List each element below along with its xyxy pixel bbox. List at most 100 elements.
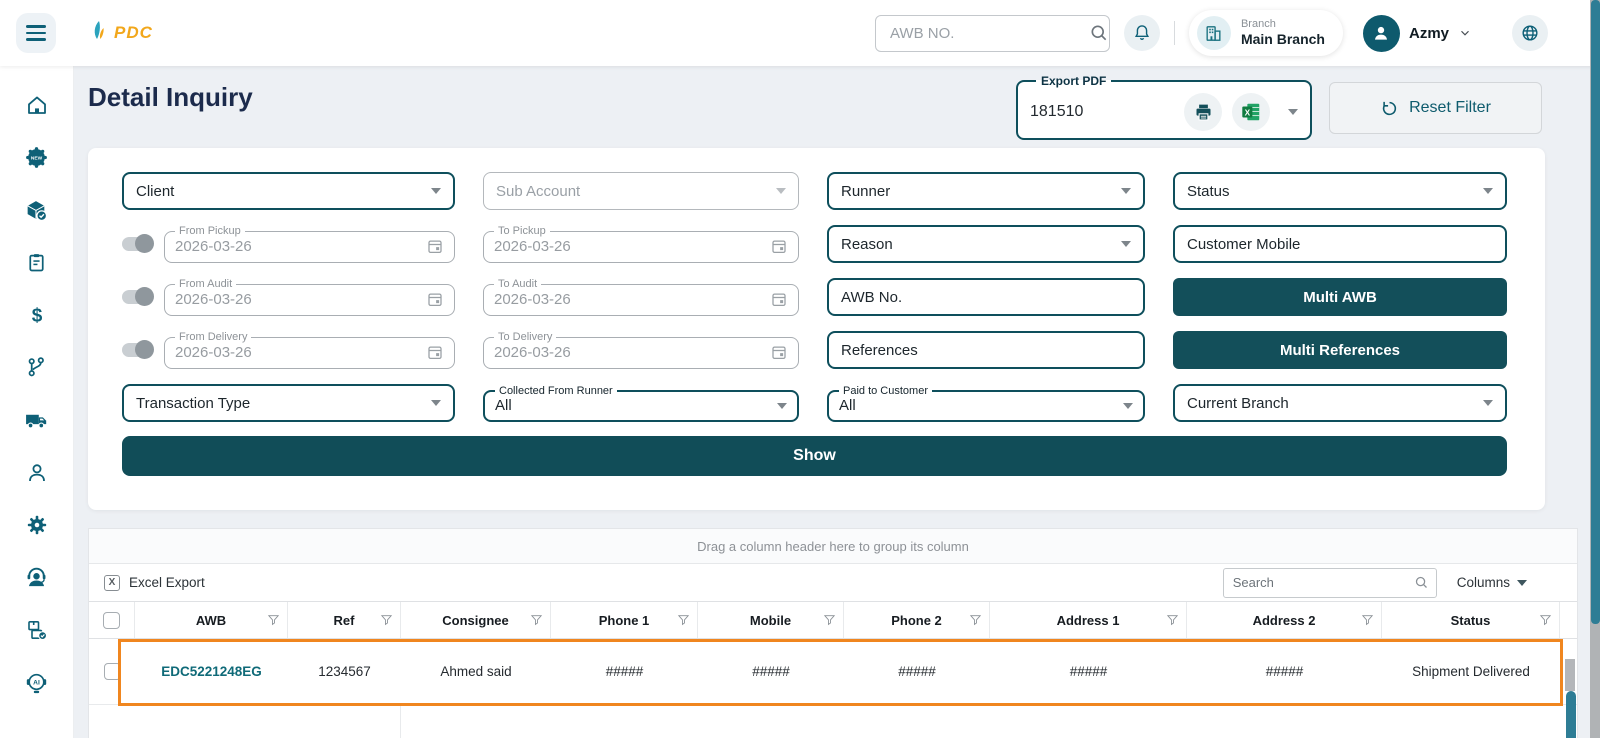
app-logo[interactable]: PDC <box>90 20 153 46</box>
branch-selector[interactable]: Branch Main Branch <box>1189 10 1343 56</box>
to-delivery-date-field[interactable]: To Delivery 2026-03-26 <box>483 331 799 369</box>
reason-dropdown[interactable]: Reason <box>827 225 1145 263</box>
sidebar-item-payments[interactable]: $ <box>0 289 73 342</box>
printer-icon <box>1193 102 1214 123</box>
sidebar-item-ai-assistant[interactable]: AI <box>0 657 73 710</box>
column-header-awb[interactable]: AWB <box>135 602 288 638</box>
excel-button[interactable]: X <box>1232 93 1270 131</box>
columns-chooser-button[interactable]: Columns <box>1457 575 1527 590</box>
export-dropdown-caret[interactable] <box>1288 109 1298 115</box>
references-input-wrap <box>827 331 1145 369</box>
calendar-icon[interactable] <box>426 343 444 361</box>
language-button[interactable] <box>1512 15 1548 51</box>
filter-funnel-icon[interactable] <box>968 613 983 628</box>
filter-funnel-icon[interactable] <box>1360 613 1375 628</box>
show-button[interactable]: Show <box>122 436 1507 476</box>
status-cell: Shipment Delivered <box>1382 664 1560 679</box>
filter-panel: Client Sub Account Runner Status From Pi… <box>88 148 1545 510</box>
grid-search-input[interactable] <box>1233 575 1414 590</box>
sidebar-item-fleet[interactable] <box>0 394 73 447</box>
building-icon <box>1197 16 1231 50</box>
awb-no-input[interactable] <box>841 289 1131 306</box>
filter-funnel-icon[interactable] <box>1538 613 1553 628</box>
from-audit-date-field[interactable]: From Audit 2026-03-26 <box>164 278 455 316</box>
awb-link[interactable]: EDC5221248EG <box>135 664 288 679</box>
row-checkbox[interactable] <box>104 663 121 680</box>
grid-scrollbar-track[interactable] <box>1565 659 1575 691</box>
reset-filter-button[interactable]: Reset Filter <box>1329 82 1542 134</box>
multi-references-button[interactable]: Multi References <box>1173 331 1507 369</box>
filter-funnel-icon[interactable] <box>529 613 544 628</box>
menu-hamburger-button[interactable] <box>16 13 56 53</box>
column-header-address2[interactable]: Address 2 <box>1187 602 1382 638</box>
branch-value: Main Branch <box>1241 31 1325 48</box>
filter-funnel-icon[interactable] <box>822 613 837 628</box>
column-header-mobile[interactable]: Mobile <box>698 602 844 638</box>
sidebar-item-shipments[interactable] <box>0 184 73 237</box>
sidebar-item-settings[interactable] <box>0 499 73 552</box>
grid-scrollbar[interactable] <box>1564 639 1577 738</box>
calendar-icon[interactable] <box>770 343 788 361</box>
runner-dropdown[interactable]: Runner <box>827 172 1145 210</box>
pickup-date-toggle[interactable] <box>122 237 152 251</box>
calendar-icon[interactable] <box>426 290 444 308</box>
to-audit-date-field[interactable]: To Audit 2026-03-26 <box>483 278 799 316</box>
sidebar-item-workflow[interactable] <box>0 342 73 395</box>
to-pickup-date-field[interactable]: To Pickup 2026-03-26 <box>483 225 799 263</box>
calendar-icon[interactable] <box>770 237 788 255</box>
client-dropdown[interactable]: Client <box>122 172 455 210</box>
multi-awb-button[interactable]: Multi AWB <box>1173 278 1507 316</box>
audit-date-toggle[interactable] <box>122 290 152 304</box>
grid-scrollbar-thumb[interactable] <box>1566 691 1576 738</box>
select-all-checkbox[interactable] <box>103 612 120 629</box>
search-icon[interactable] <box>1089 23 1109 43</box>
column-header-consignee[interactable]: Consignee <box>401 602 551 638</box>
truck-icon <box>24 408 49 433</box>
references-input[interactable] <box>841 342 1131 359</box>
collected-from-runner-dropdown[interactable]: Collected From Runner All <box>483 385 799 422</box>
sidebar-item-inventory[interactable] <box>0 604 73 657</box>
page-scrollbar[interactable] <box>1590 0 1600 738</box>
status-dropdown[interactable]: Status <box>1173 172 1507 210</box>
filter-funnel-icon[interactable] <box>676 613 691 628</box>
branch-label: Branch <box>1241 18 1325 31</box>
sidebar-item-orders[interactable] <box>0 237 73 290</box>
from-pickup-date-field[interactable]: From Pickup 2026-03-26 <box>164 225 455 263</box>
delivery-date-toggle[interactable] <box>122 343 152 357</box>
column-header-phone1[interactable]: Phone 1 <box>551 602 698 638</box>
excel-export-button[interactable]: X Excel Export <box>104 575 205 591</box>
user-menu[interactable]: Azmy <box>1363 15 1472 52</box>
sidebar-item-whats-new[interactable]: NEW <box>0 132 73 185</box>
paid-to-customer-dropdown[interactable]: Paid to Customer All <box>827 385 1145 422</box>
ref-cell: 1234567 <box>288 664 401 679</box>
from-delivery-date-field[interactable]: From Delivery 2026-03-26 <box>164 331 455 369</box>
column-header-ref[interactable]: Ref <box>288 602 401 638</box>
notifications-button[interactable] <box>1124 15 1160 51</box>
customer-mobile-input[interactable] <box>1187 236 1493 253</box>
filter-funnel-icon[interactable] <box>1165 613 1180 628</box>
calendar-icon[interactable] <box>770 290 788 308</box>
awb-search-box <box>875 15 1110 52</box>
column-header-address1[interactable]: Address 1 <box>990 602 1187 638</box>
avatar <box>1363 15 1400 52</box>
calendar-icon[interactable] <box>426 237 444 255</box>
search-icon <box>1414 575 1429 590</box>
column-header-status[interactable]: Status <box>1382 602 1560 638</box>
page-scrollbar-thumb[interactable] <box>1591 0 1600 624</box>
sidebar-item-customers[interactable] <box>0 447 73 500</box>
reset-filter-label: Reset Filter <box>1409 99 1491 117</box>
filter-funnel-icon[interactable] <box>266 613 281 628</box>
awb-search-input[interactable] <box>890 25 1089 42</box>
results-grid: Drag a column header here to group its c… <box>88 528 1578 738</box>
column-header-phone2[interactable]: Phone 2 <box>844 602 990 638</box>
sidebar-item-home[interactable] <box>0 79 73 132</box>
transaction-type-dropdown[interactable]: Transaction Type <box>122 384 455 422</box>
table-row[interactable]: EDC5221248EG 1234567 Ahmed said ##### ##… <box>89 639 1577 705</box>
print-button[interactable] <box>1184 93 1222 131</box>
sidebar-item-support[interactable] <box>0 552 73 605</box>
address2-cell: ##### <box>1187 664 1382 679</box>
support-agent-icon <box>24 565 49 590</box>
export-pdf-value[interactable]: 181510 <box>1030 103 1174 121</box>
current-branch-dropdown[interactable]: Current Branch <box>1173 384 1507 422</box>
filter-funnel-icon[interactable] <box>379 613 394 628</box>
